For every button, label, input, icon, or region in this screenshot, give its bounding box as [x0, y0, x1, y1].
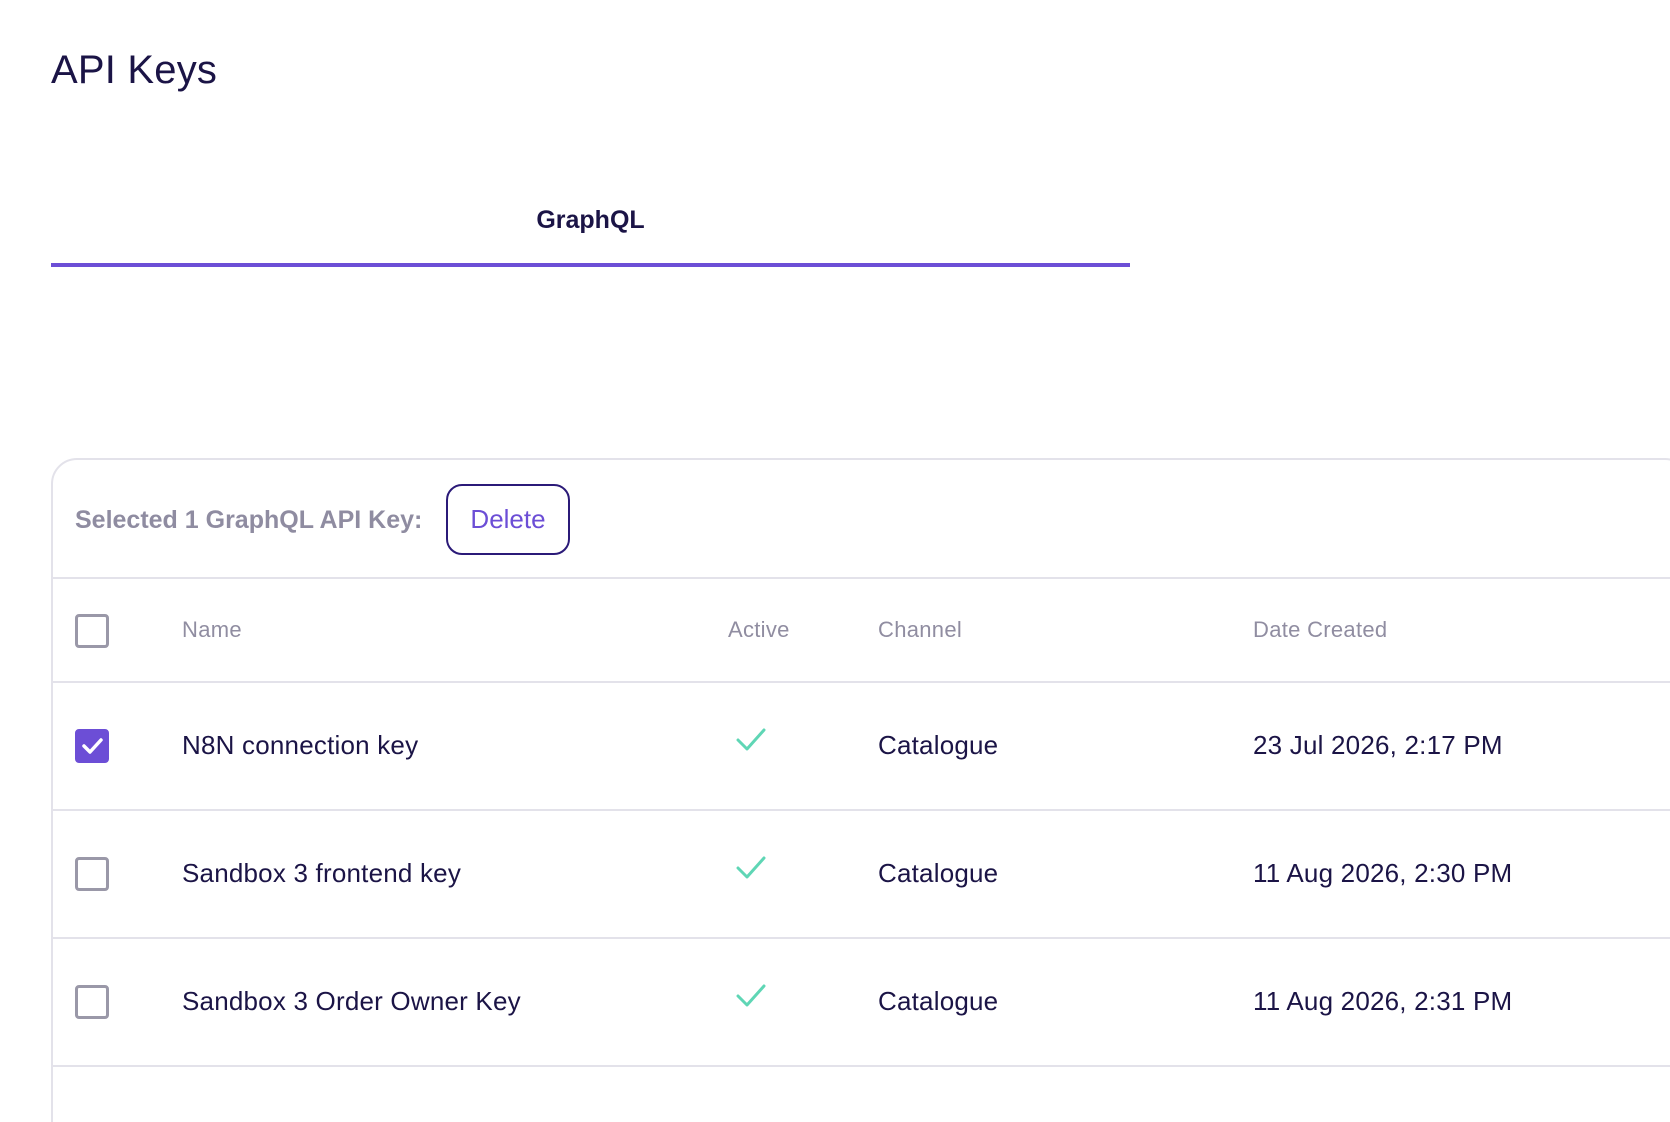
table-row[interactable]: Sandbox 3 frontend key Catalogue 11 Aug …: [53, 811, 1670, 939]
api-keys-page: API Keys GraphQL Selected 1 GraphQL API …: [0, 0, 1670, 1122]
api-keys-table-card: Selected 1 GraphQL API Key: Delete Name …: [51, 458, 1670, 1122]
bulk-actions-toolbar: Selected 1 GraphQL API Key: Delete: [53, 460, 1670, 579]
selection-count-text: Selected 1 GraphQL API Key:: [75, 506, 423, 534]
checkbox-checked-icon: [82, 738, 103, 754]
active-tab-indicator: [51, 263, 1130, 267]
key-name[interactable]: N8N connection key: [182, 730, 418, 761]
key-date-created: 11 Aug 2026, 2:30 PM: [1253, 858, 1513, 888]
select-all-checkbox[interactable]: [75, 614, 109, 648]
column-header-date-created[interactable]: Date Created: [1253, 617, 1387, 643]
checkmark-icon: [736, 984, 766, 1007]
column-header-channel[interactable]: Channel: [878, 617, 962, 643]
key-date-created: 23 Jul 2026, 2:17 PM: [1253, 730, 1503, 760]
key-channel: Catalogue: [878, 986, 999, 1016]
tab-graphql[interactable]: GraphQL: [51, 190, 1130, 267]
table-header-row: Name Active Channel Date Created: [53, 579, 1670, 683]
checkmark-icon: [736, 728, 766, 751]
key-channel: Catalogue: [878, 858, 999, 888]
tab-bar: GraphQL: [51, 190, 1130, 267]
column-header-name[interactable]: Name: [182, 617, 242, 643]
key-date-created: 11 Aug 2026, 2:31 PM: [1253, 986, 1513, 1016]
row-checkbox[interactable]: [75, 857, 109, 891]
column-header-active[interactable]: Active: [728, 617, 790, 643]
checkmark-icon: [736, 856, 766, 879]
table-row[interactable]: N8N connection key Catalogue 23 Jul 2026…: [53, 683, 1670, 811]
key-channel: Catalogue: [878, 730, 999, 760]
row-checkbox[interactable]: [75, 729, 109, 763]
delete-button[interactable]: Delete: [446, 484, 570, 555]
key-name[interactable]: Sandbox 3 Order Owner Key: [182, 986, 521, 1017]
tab-graphql-label: GraphQL: [536, 206, 645, 234]
row-checkbox[interactable]: [75, 985, 109, 1019]
table-row[interactable]: Sandbox 3 Order Owner Key Catalogue 11 A…: [53, 939, 1670, 1067]
key-name[interactable]: Sandbox 3 frontend key: [182, 858, 461, 889]
page-title: API Keys: [51, 48, 218, 92]
